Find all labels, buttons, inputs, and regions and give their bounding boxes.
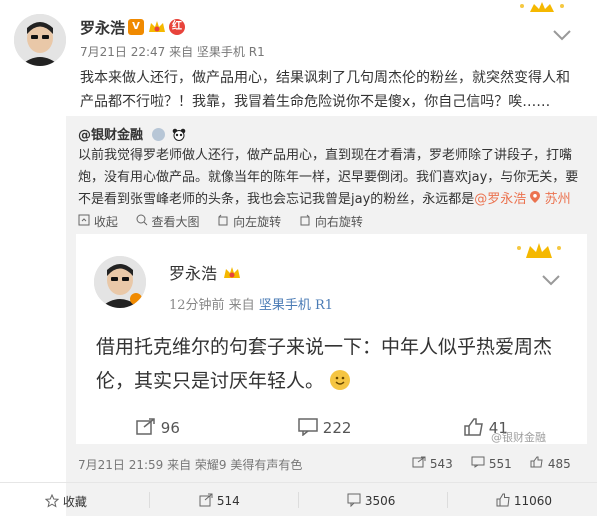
screenshot-avatar <box>94 256 146 308</box>
panda-icon <box>172 128 186 141</box>
screenshot-body: 借用托克维尔的句套子来说一下：中年人似乎热爱周杰伦，其实只是讨厌年轻人。 <box>96 336 553 392</box>
location-link[interactable]: 苏州 <box>530 191 571 207</box>
star-icon <box>45 494 59 508</box>
divider <box>447 492 448 508</box>
chevron-down-icon[interactable] <box>551 27 573 41</box>
collapse-icon <box>78 214 90 226</box>
comment-icon <box>471 456 485 468</box>
vip-icon[interactable]: 红 <box>169 19 185 35</box>
medal-icon <box>151 128 165 141</box>
username[interactable]: 罗永浩 <box>80 17 125 38</box>
like-icon <box>464 418 483 436</box>
rotate-left-button[interactable]: 向左旋转 <box>217 214 281 229</box>
chevron-down-icon <box>540 272 562 286</box>
crown-badge-icon <box>224 267 241 278</box>
divider <box>298 492 299 508</box>
repost-author[interactable]: @银财金融 <box>78 124 186 143</box>
rotate-left-icon <box>218 214 228 226</box>
divider <box>149 492 150 508</box>
comment-icon <box>298 418 318 436</box>
share-icon <box>412 456 426 468</box>
location-icon <box>530 191 541 203</box>
repost-share-count[interactable]: 543 <box>412 456 453 471</box>
crown-decoration-icon <box>514 240 564 266</box>
rotate-right-button[interactable]: 向右旋转 <box>299 214 363 229</box>
mention-link[interactable]: @罗永浩 <box>474 192 526 207</box>
screenshot-meta: 12分钟前 来自 坚果手机 R1 <box>169 298 334 313</box>
like-button[interactable]: 11060 <box>496 493 552 508</box>
collapse-button[interactable]: 收起 <box>78 214 118 229</box>
zoom-icon <box>136 214 148 226</box>
share-icon <box>199 493 213 507</box>
image-actions: 收起 查看大图 向左旋转 向右旋转 <box>78 213 377 230</box>
watermark: @银财金融 <box>491 431 546 444</box>
verified-v-icon: V <box>128 19 144 35</box>
screenshot-comment: 222 <box>298 418 351 437</box>
avatar[interactable] <box>14 14 66 66</box>
smile-icon <box>330 370 351 390</box>
repost-button[interactable]: 514 <box>199 493 240 508</box>
view-large-button[interactable]: 查看大图 <box>136 214 200 229</box>
embedded-screenshot[interactable]: 罗永浩 12分钟前 来自 坚果手机 R1 借用托克维尔的句套子来说一下：中年人似… <box>76 234 587 444</box>
like-icon <box>496 493 510 507</box>
divider <box>0 482 597 483</box>
post-body: 我本来做人还行，做产品用心，结果讽刺了几句周杰伦的粉丝，就突然变得人和产品都不行… <box>80 70 570 110</box>
like-icon <box>530 456 543 468</box>
screenshot-username: 罗永浩 <box>169 260 242 284</box>
repost-text: 以前我觉得罗老师做人还行，做产品用心，直到现在才看清，罗老师除了讲段子，打嘴炮，… <box>78 145 586 211</box>
comment-button[interactable]: 3506 <box>347 493 395 508</box>
weibo-post: 罗永浩 V 红 7月21日 22:47 来自 坚果手机 R1 我本来做人还行，做… <box>0 0 597 520</box>
share-icon <box>136 418 155 435</box>
crown-decoration-icon <box>512 0 572 16</box>
screenshot-share: 96 <box>136 418 180 437</box>
comment-icon <box>347 493 361 507</box>
rotate-right-icon <box>300 214 310 226</box>
post-meta: 7月21日 22:47 来自 坚果手机 R1 <box>80 45 265 59</box>
repost-like-count[interactable]: 485 <box>530 456 571 471</box>
repost-comment-count[interactable]: 551 <box>471 456 512 471</box>
repost-footer-meta: 7月21日 21:59 来自 荣耀9 美得有声有色 <box>78 458 303 472</box>
favorite-button[interactable]: 收藏 <box>45 493 87 510</box>
crown-badge-icon[interactable] <box>147 19 167 35</box>
